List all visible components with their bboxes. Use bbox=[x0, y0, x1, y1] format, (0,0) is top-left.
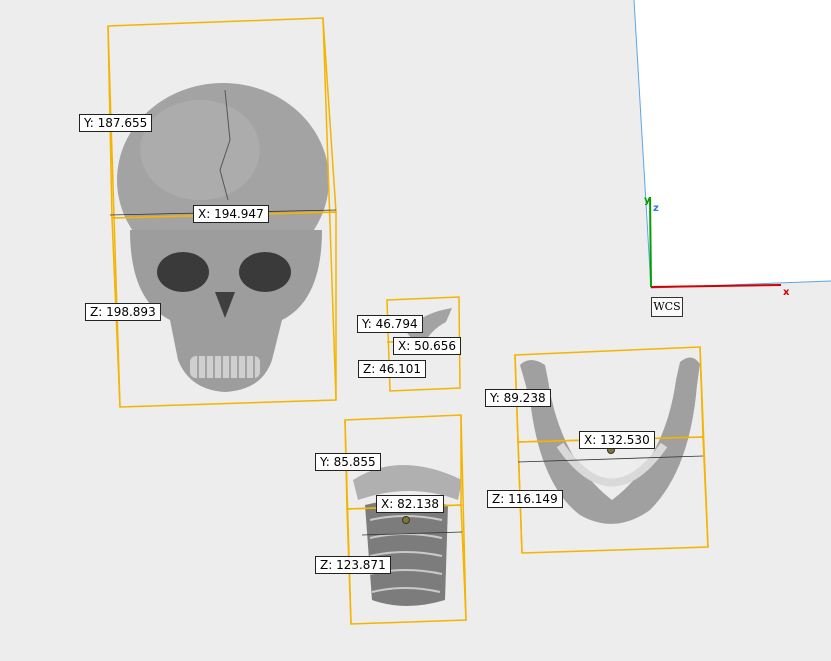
z-axis-label: z bbox=[653, 203, 659, 214]
skull-y-dimension-label: Y: 187.655 bbox=[79, 114, 153, 132]
y-axis-label: y bbox=[644, 195, 651, 206]
fragment-x-dimension-label: X: 50.656 bbox=[393, 337, 462, 355]
vertebrae-center-point[interactable] bbox=[402, 516, 410, 524]
vertebrae-z-dimension-label: Z: 123.871 bbox=[315, 556, 391, 574]
skull-x-dimension-label: X: 194.947 bbox=[193, 205, 269, 223]
vertebrae-model[interactable] bbox=[353, 465, 462, 606]
reference-plane bbox=[633, 0, 831, 289]
mandible-y-dimension-label: Y: 89.238 bbox=[485, 389, 551, 407]
fragment-y-dimension-label: Y: 46.794 bbox=[357, 315, 423, 333]
mandible-z-dimension-label: Z: 116.149 bbox=[487, 490, 563, 508]
vertebrae-y-dimension-label: Y: 85.855 bbox=[315, 453, 381, 471]
vertebrae-x-dimension-label: X: 82.138 bbox=[376, 495, 445, 513]
x-axis-label: x bbox=[783, 287, 790, 298]
wcs-label: WCS bbox=[651, 297, 683, 317]
fragment-z-dimension-label: Z: 46.101 bbox=[358, 360, 427, 378]
y-axis-line bbox=[649, 196, 652, 288]
mandible-x-dimension-label: X: 132.530 bbox=[579, 431, 655, 449]
skull-z-dimension-label: Z: 198.893 bbox=[85, 303, 161, 321]
